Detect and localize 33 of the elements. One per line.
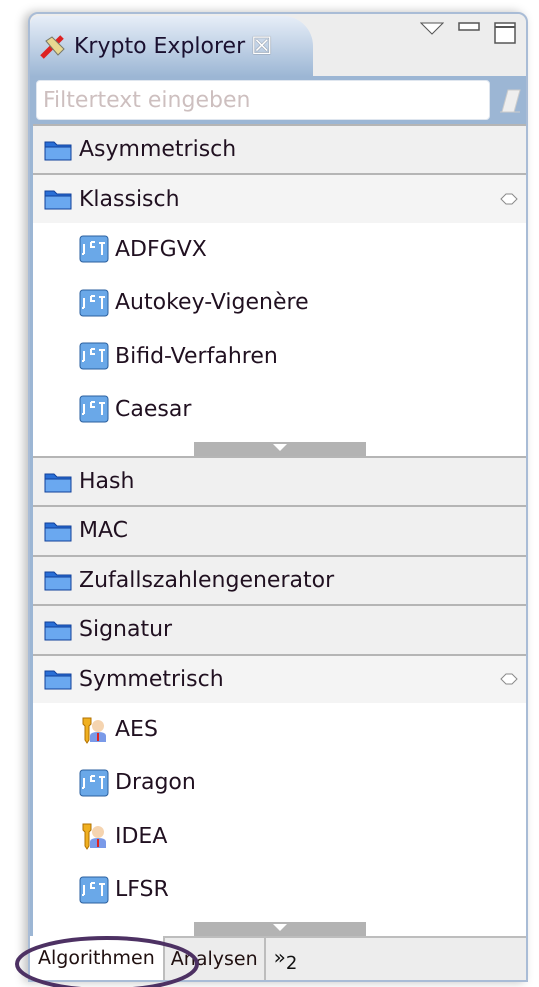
bottom-tab[interactable]: Algorithmen	[30, 936, 165, 980]
category-header[interactable]: Zufallszahlengenerator	[33, 554, 526, 604]
scroll-down-button[interactable]	[194, 922, 366, 936]
algorithm-item[interactable]: LFSR	[115, 877, 169, 902]
category-header[interactable]: Klassisch	[33, 173, 526, 223]
jct-icon	[79, 288, 109, 317]
algorithm-item[interactable]: Autokey-Vigenère	[115, 290, 309, 316]
filter-field[interactable]: Filtertext eingeben	[36, 80, 490, 120]
category-header[interactable]: Symmetrisch	[33, 654, 526, 703]
view-title: Krypto Explorer	[74, 34, 246, 58]
jct-icon	[79, 235, 109, 264]
jct-icon	[79, 876, 109, 904]
category-header[interactable]: Signatur	[33, 604, 526, 654]
jct-icon	[79, 768, 109, 797]
overflow-tabs-button[interactable]: »$_{2}$	[266, 938, 306, 980]
algorithm-item[interactable]: ADFGVX	[115, 236, 207, 262]
category-header[interactable]: MAC	[33, 505, 526, 555]
collapse-icon[interactable]	[500, 193, 518, 206]
minimize-icon[interactable]	[458, 22, 480, 32]
view-tab[interactable]: Krypto Explorer ☒	[30, 16, 314, 76]
category-header[interactable]: Asymmetrisch	[33, 124, 526, 174]
maximize-icon[interactable]	[494, 22, 516, 44]
algorithm-item[interactable]: AES	[115, 717, 158, 742]
jct-icon	[79, 342, 109, 370]
algorithm-item[interactable]: IDEA	[115, 824, 168, 849]
jct-icon	[79, 395, 109, 424]
scroll-down-button[interactable]	[194, 442, 366, 456]
view-menu-icon[interactable]	[420, 22, 444, 36]
collapse-icon[interactable]	[500, 673, 518, 686]
category-header[interactable]: Hash	[33, 456, 526, 506]
algorithm-item[interactable]: Dragon	[115, 770, 196, 796]
algorithm-item[interactable]: Caesar	[115, 396, 192, 422]
algorithm-item[interactable]: Bifid-Verfahren	[115, 344, 278, 369]
